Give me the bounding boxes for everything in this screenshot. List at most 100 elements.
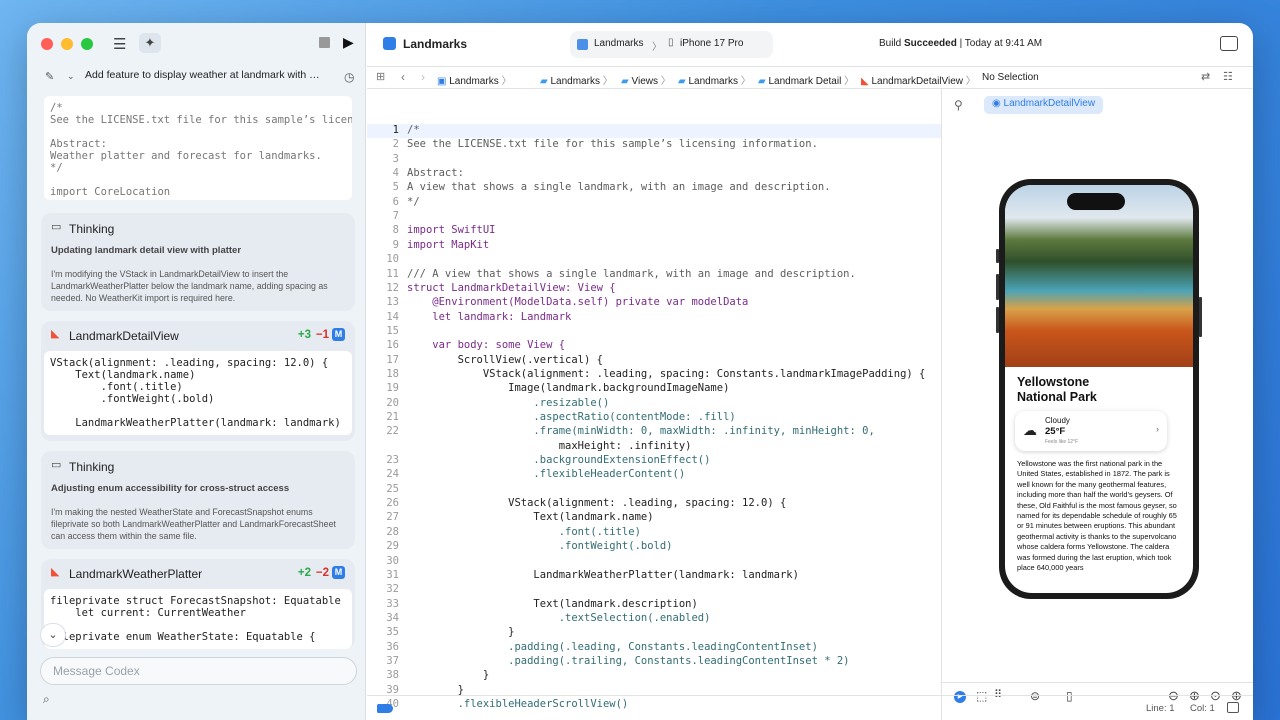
inspector-toggle-icon[interactable]: [1220, 36, 1238, 51]
breadcrumb-item[interactable]: ▰ Landmarks 〉: [540, 72, 613, 87]
new-chat-icon[interactable]: ✎: [45, 72, 54, 83]
scheme-name[interactable]: Landmarks: [594, 38, 643, 49]
code-line[interactable]: Text(landmark.name): [407, 511, 653, 523]
thinking-subtitle: Adjusting enum accessibility for cross-s…: [51, 483, 290, 494]
chevron-right-icon: 〉: [652, 42, 662, 53]
history-icon[interactable]: ◷: [344, 71, 354, 83]
breadcrumb-item[interactable]: ◣ LandmarkDetailView 〉: [861, 72, 976, 87]
code-line[interactable]: .resizable(): [407, 397, 609, 409]
iphone-screen[interactable]: Yellowstone National Park ☁ Cloudy 25°F …: [1005, 185, 1193, 593]
code-line[interactable]: .font(.title): [407, 526, 641, 538]
code-line[interactable]: import SwiftUI: [407, 224, 496, 236]
line-number: 4: [392, 167, 399, 180]
build-status: Build Succeeded | Today at 9:41 AM: [879, 38, 1042, 49]
minimize-window-button[interactable]: [61, 38, 73, 50]
code-line[interactable]: See the LICENSE.txt file for this sample…: [407, 138, 818, 150]
line-number: 34: [386, 611, 399, 624]
back-icon[interactable]: ‹: [401, 71, 405, 83]
line-number: 21: [386, 411, 399, 423]
code-line[interactable]: /// A view that shows a single landmark,…: [407, 268, 856, 280]
code-editor[interactable]: 1 /* 2 See the LICENSE.txt file for this sa…: [367, 89, 941, 710]
line-number: 38: [386, 669, 399, 682]
cloud-icon: ☁: [1023, 422, 1037, 438]
line-number: 1: [392, 124, 399, 136]
code-line[interactable]: import MapKit: [407, 239, 489, 251]
code-line[interactable]: .flexibleHeaderContent(): [407, 468, 685, 480]
code-line[interactable]: struct LandmarkDetailView: View {: [407, 282, 616, 294]
code-line[interactable]: .textSelection(.enabled): [407, 612, 711, 624]
iphone-frame: Yellowstone National Park ☁ Cloudy 25°F …: [996, 179, 1202, 599]
project-icon: [383, 37, 396, 50]
preview-tab[interactable]: ◉ LandmarkDetailView: [984, 96, 1104, 114]
code-line[interactable]: let landmark: Landmark: [407, 311, 571, 323]
pin-icon[interactable]: ⚲: [954, 99, 963, 111]
weather-temp: 25°F: [1045, 426, 1066, 437]
file-name[interactable]: LandmarkWeatherPlatter: [69, 567, 202, 581]
breadcrumb-item[interactable]: No Selection: [982, 72, 1039, 83]
breadcrumb: ⊞ ‹ › ▣ Landmarks 〉 ▰ Landmarks 〉 ▰ View…: [367, 67, 1253, 89]
code-line[interactable]: Abstract:: [407, 167, 464, 179]
swap-icon[interactable]: ⇄: [1201, 72, 1210, 83]
code-line[interactable]: .padding(.leading, Constants.leadingCont…: [407, 641, 818, 653]
code-line[interactable]: var body: some View {: [407, 339, 565, 351]
code-line[interactable]: @Environment(ModelData.self) private var…: [407, 296, 748, 308]
line-number: 26: [386, 497, 399, 510]
weather-platter[interactable]: ☁ Cloudy 25°F Feels like 12°F ›: [1015, 411, 1167, 451]
file-change-card[interactable]: ◣ LandmarkDetailView +3 −1 M VStack(alig…: [41, 321, 355, 441]
code-line[interactable]: LandmarkWeatherPlatter(landmark: landmar…: [407, 569, 799, 581]
thinking-subtitle: Updating landmark detail view with platt…: [51, 245, 242, 256]
grid-icon[interactable]: ⊞: [376, 72, 385, 83]
device-name[interactable]: iPhone 17 Pro: [680, 38, 743, 49]
code-line[interactable]: }: [407, 684, 464, 696]
chevron-down-icon[interactable]: ⌄: [67, 72, 75, 81]
scroll-down-button[interactable]: ⌄: [40, 623, 66, 647]
code-line[interactable]: .frame(minWidth: 0, maxWidth: .infinity,…: [407, 425, 874, 437]
breadcrumb-item[interactable]: ▰ Landmarks 〉: [678, 72, 751, 87]
code-line[interactable]: */: [407, 196, 420, 208]
paperclip-icon[interactable]: ⌕: [43, 693, 50, 705]
build-result: Succeeded: [904, 38, 957, 49]
breadcrumb-item[interactable]: ▰ Landmark Detail 〉: [758, 72, 854, 87]
line-number: 31: [386, 568, 399, 581]
code-line[interactable]: }: [407, 626, 514, 638]
breadcrumb-label: Landmarks: [550, 76, 600, 87]
file-name[interactable]: LandmarkDetailView: [69, 329, 179, 343]
line-number: 20: [386, 396, 399, 409]
zoom-window-button[interactable]: [81, 38, 93, 50]
editor-options-icon[interactable]: ☷: [1223, 72, 1233, 83]
breadcrumb-item[interactable]: ▣ Landmarks 〉: [437, 72, 511, 87]
line-number: 23: [386, 454, 399, 467]
chat-title[interactable]: Add feature to display weather at landma…: [85, 69, 325, 87]
line-number: 3: [392, 152, 399, 165]
file-change-card[interactable]: ◣ LandmarkWeatherPlatter +2 −2 M filepri…: [41, 559, 355, 649]
code-line[interactable]: .padding(.trailing, Constants.leadingCon…: [407, 655, 849, 667]
breadcrumb-item[interactable]: ▰ Views 〉: [621, 72, 671, 87]
modified-badge: M: [332, 328, 345, 341]
thinking-card: ▭ Thinking Updating landmark detail view…: [41, 213, 355, 311]
code-line[interactable]: A view that shows a single landmark, wit…: [407, 181, 831, 193]
breakpoint-tag-icon[interactable]: [377, 704, 393, 713]
code-line[interactable]: .aspectRatio(contentMode: .fill): [407, 411, 735, 423]
list-icon[interactable]: ☰: [113, 37, 126, 52]
code-line[interactable]: Text(landmark.description): [407, 598, 697, 610]
play-icon[interactable]: ▶: [343, 35, 354, 49]
forward-icon[interactable]: ›: [421, 71, 425, 83]
code-line[interactable]: ScrollView(.vertical) {: [407, 354, 603, 366]
side-button: [996, 249, 999, 263]
code-line[interactable]: VStack(alignment: .leading, spacing: Con…: [407, 368, 926, 380]
scheme-selector[interactable]: Landmarks 〉 ▯ iPhone 17 Pro: [570, 31, 773, 58]
code-line[interactable]: .backgroundExtensionEffect(): [407, 454, 710, 466]
code-line[interactable]: maxHeight: .infinity): [407, 440, 692, 452]
iphone-icon: ▯: [668, 37, 674, 48]
line-number: 17: [386, 353, 399, 366]
panel-toggle-icon[interactable]: [1227, 702, 1239, 713]
code-line[interactable]: VStack(alignment: .leading, spacing: 12.…: [407, 497, 786, 509]
code-line[interactable]: .fontWeight(.bold): [407, 540, 673, 552]
code-line[interactable]: }: [407, 669, 489, 681]
close-window-button[interactable]: [41, 38, 53, 50]
stop-icon[interactable]: [319, 37, 330, 48]
code-line[interactable]: Image(landmark.backgroundImageName): [407, 382, 729, 394]
code-line[interactable]: /*: [407, 124, 420, 136]
sparkle-icon[interactable]: ✦: [139, 33, 161, 53]
message-input[interactable]: Message Codex: [40, 657, 357, 685]
